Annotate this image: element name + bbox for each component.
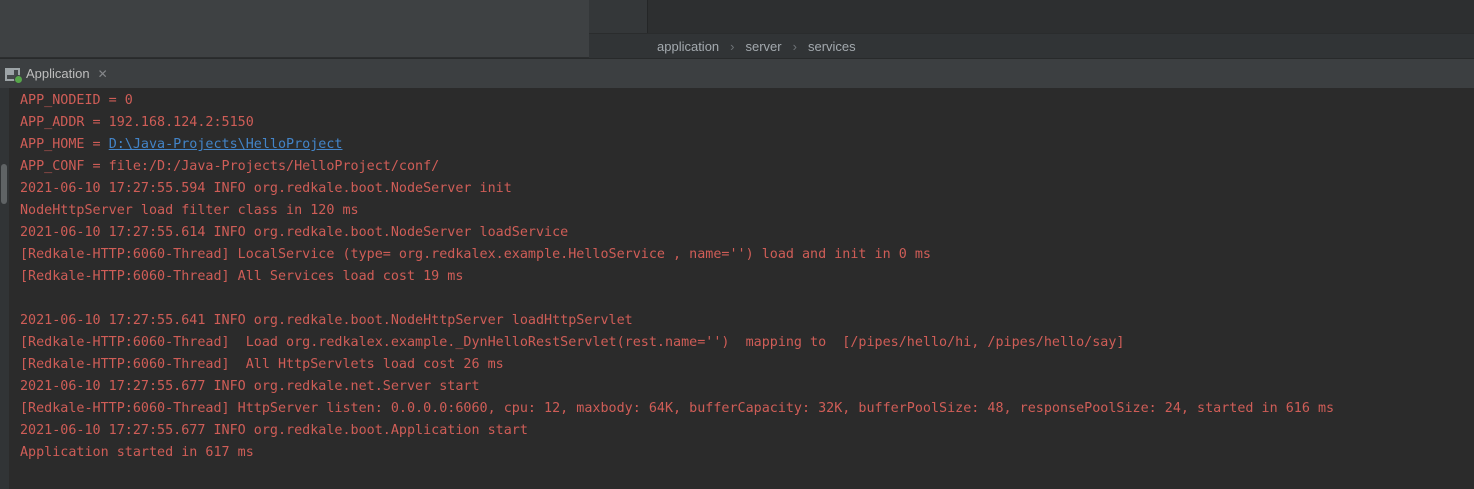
tab-application-console[interactable]: Application ✕ [0,59,114,88]
log-text: APP_ADDR = 192.168.124.2:5150 [20,115,254,130]
log-line: [Redkale-HTTP:6060-Thread] All HttpServl… [20,354,1474,376]
log-line: 2021-06-10 17:27:55.614 INFO org.redkale… [20,222,1474,244]
log-line: 2021-06-10 17:27:55.641 INFO org.redkale… [20,310,1474,332]
breadcrumb-item-server[interactable]: server [746,39,782,54]
editor-right-pane[interactable] [648,0,1474,33]
log-text: APP_NODEID = 0 [20,93,133,108]
log-text: 2021-06-10 17:27:55.594 INFO org.redkale… [20,181,512,196]
console-gutter [0,88,9,489]
editor-left-pane[interactable] [0,0,589,58]
log-line: 2021-06-10 17:27:55.677 INFO org.redkale… [20,420,1474,442]
log-line: 2021-06-10 17:27:55.677 INFO org.redkale… [20,376,1474,398]
log-text: [Redkale-HTTP:6060-Thread] All HttpServl… [20,357,504,372]
breadcrumb-item-services[interactable]: services [808,39,856,54]
log-line [20,288,1474,310]
log-text: [Redkale-HTTP:6060-Thread] LocalService … [20,247,931,262]
log-text: [Redkale-HTTP:6060-Thread] Load org.redk… [20,335,1124,350]
log-text: APP_HOME = [20,137,109,152]
log-text: 2021-06-10 17:27:55.677 INFO org.redkale… [20,379,480,394]
breadcrumb-separator-icon: › [793,39,797,54]
log-text: NodeHttpServer load filter class in 120 … [20,203,359,218]
log-line: [Redkale-HTTP:6060-Thread] HttpServer li… [20,398,1474,420]
log-line: APP_CONF = file:/D:/Java-Projects/HelloP… [20,156,1474,178]
log-line: APP_NODEID = 0 [20,90,1474,112]
ide-window: application › server › services Applicat… [0,0,1474,489]
tab-label: Application [26,66,90,81]
editor-tabstrip-segment [589,0,648,33]
log-line: Application started in 617 ms [20,442,1474,464]
log-text: APP_CONF = file:/D:/Java-Projects/HelloP… [20,159,439,174]
breadcrumb-item-application[interactable]: application [657,39,719,54]
log-line: [Redkale-HTTP:6060-Thread] All Services … [20,266,1474,288]
breadcrumb: application › server › services [589,33,1474,58]
log-text: [Redkale-HTTP:6060-Thread] HttpServer li… [20,401,1334,416]
log-line: NodeHttpServer load filter class in 120 … [20,200,1474,222]
log-text: Application started in 617 ms [20,445,254,460]
log-line: [Redkale-HTTP:6060-Thread] Load org.redk… [20,332,1474,354]
console-output-area[interactable]: APP_NODEID = 0 APP_ADDR = 192.168.124.2:5… [0,88,1474,489]
log-line: [Redkale-HTTP:6060-Thread] LocalService … [20,244,1474,266]
file-path-link[interactable]: D:\Java-Projects\HelloProject [109,137,343,152]
run-console-icon [5,68,20,81]
log-text: [Redkale-HTTP:6060-Thread] All Services … [20,269,463,284]
close-icon[interactable]: ✕ [98,67,108,81]
breadcrumb-separator-icon: › [730,39,734,54]
log-text: 2021-06-10 17:27:55.641 INFO org.redkale… [20,313,633,328]
log-line: APP_HOME = D:\Java-Projects\HelloProject [20,134,1474,156]
scrollbar-thumb[interactable] [1,164,7,204]
run-toolwindow-header: Application ✕ [0,58,1474,88]
log-text: 2021-06-10 17:27:55.614 INFO org.redkale… [20,225,568,240]
log-text: 2021-06-10 17:27:55.677 INFO org.redkale… [20,423,528,438]
log-line: 2021-06-10 17:27:55.594 INFO org.redkale… [20,178,1474,200]
running-status-dot-icon [14,75,23,84]
console-log: APP_NODEID = 0 APP_ADDR = 192.168.124.2:5… [0,90,1474,464]
log-line: APP_ADDR = 192.168.124.2:5150 [20,112,1474,134]
